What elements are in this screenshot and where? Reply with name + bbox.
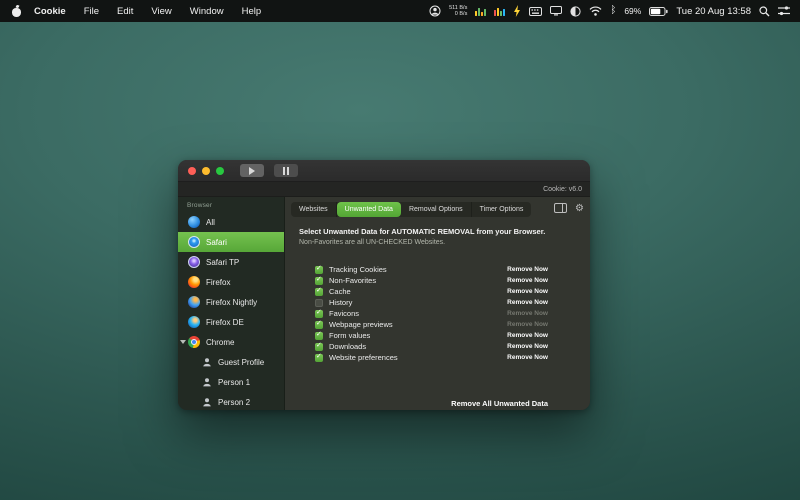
pause-button[interactable] xyxy=(274,164,298,177)
list-item-cache: Cache Remove Now xyxy=(315,286,548,297)
wifi-icon[interactable] xyxy=(589,6,602,16)
list-item-downloads: Downloads Remove Now xyxy=(315,341,548,352)
sidebar-item-person-2[interactable]: Person 2 xyxy=(178,392,284,410)
unwanted-data-list: Tracking Cookies Remove Now Non-Favorite… xyxy=(315,264,548,363)
network-speed-indicator[interactable]: 511 B/s 0 B/s xyxy=(449,5,467,18)
minimize-window-button[interactable] xyxy=(202,167,210,175)
sidebar-item-firefox-nightly[interactable]: Firefox Nightly xyxy=(178,292,284,312)
net-down: 0 B/s xyxy=(449,11,467,18)
list-item-form-values: Form values Remove Now xyxy=(315,330,548,341)
list-item-favicons: Favicons Remove Now xyxy=(315,308,548,319)
list-item-webpage-previews: Webpage previews Remove Now xyxy=(315,319,548,330)
remove-now-button[interactable]: Remove Now xyxy=(507,299,548,306)
unwanted-data-panel: Select Unwanted Data for AUTOMATIC REMOV… xyxy=(285,221,590,410)
chrome-icon xyxy=(188,336,200,348)
memory-meter-icon[interactable] xyxy=(494,6,505,16)
remove-now-button[interactable]: Remove Now xyxy=(507,288,548,295)
play-icon xyxy=(249,167,255,175)
browser-sidebar: Browser All Safari Safari TP Firefox Fir… xyxy=(178,197,285,410)
display-icon[interactable] xyxy=(550,6,562,16)
chevron-down-icon[interactable] xyxy=(180,340,186,344)
cookie-app-window: Cookie: v6.0 Browser All Safari Safari T… xyxy=(178,160,590,410)
list-item-tracking-cookies: Tracking Cookies Remove Now xyxy=(315,264,548,275)
tab-websites[interactable]: Websites xyxy=(291,202,337,217)
gear-icon[interactable]: ⚙ xyxy=(575,204,584,214)
menu-help[interactable]: Help xyxy=(233,6,271,17)
battery-percentage: 69% xyxy=(624,6,641,16)
checkbox-tracking-cookies[interactable] xyxy=(315,266,323,274)
safari-icon xyxy=(188,236,200,248)
globe-icon xyxy=(188,216,200,228)
menu-view[interactable]: View xyxy=(142,6,180,17)
sidebar-item-guest-profile[interactable]: Guest Profile xyxy=(178,352,284,372)
layout-columns-icon[interactable] xyxy=(554,200,567,218)
remove-now-button-disabled: Remove Now xyxy=(507,321,548,328)
tab-timer-options[interactable]: Timer Options xyxy=(472,202,532,217)
menu-file[interactable]: File xyxy=(75,6,108,17)
keyboard-icon[interactable] xyxy=(529,7,542,16)
panel-heading: Select Unwanted Data for AUTOMATIC REMOV… xyxy=(299,227,548,236)
remove-now-button[interactable]: Remove Now xyxy=(507,343,548,350)
list-item-history: History Remove Now xyxy=(315,297,548,308)
person-icon xyxy=(202,357,212,367)
battery-bolt-icon[interactable] xyxy=(513,5,521,17)
sidebar-item-safari[interactable]: Safari xyxy=(178,232,284,252)
list-item-website-preferences: Website preferences Remove Now xyxy=(315,352,548,363)
remove-now-button[interactable]: Remove Now xyxy=(507,354,548,361)
pause-icon xyxy=(283,167,289,175)
bluetooth-icon[interactable]: ᛒ xyxy=(610,6,616,16)
tab-unwanted-data[interactable]: Unwanted Data xyxy=(337,202,401,217)
safari-tp-icon xyxy=(188,256,200,268)
remove-now-button[interactable]: Remove Now xyxy=(507,332,548,339)
sidebar-section-header: Browser xyxy=(178,199,284,212)
firefox-icon xyxy=(188,276,200,288)
app-menu-title[interactable]: Cookie xyxy=(25,6,75,17)
version-bar: Cookie: v6.0 xyxy=(178,182,590,197)
checkbox-cache[interactable] xyxy=(315,288,323,296)
sidebar-item-person-1[interactable]: Person 1 xyxy=(178,372,284,392)
checkbox-downloads[interactable] xyxy=(315,343,323,351)
sidebar-item-safari-tp[interactable]: Safari TP xyxy=(178,252,284,272)
sidebar-item-chrome[interactable]: Chrome xyxy=(178,332,284,352)
person-icon xyxy=(202,377,212,387)
remove-all-unwanted-data-button[interactable]: Remove All Unwanted Data xyxy=(451,399,548,408)
menu-bar: Cookie File Edit View Window Help 511 B/… xyxy=(0,0,800,22)
checkbox-history[interactable] xyxy=(315,299,323,307)
battery-icon[interactable] xyxy=(649,7,668,16)
sidebar-item-firefox-de[interactable]: Firefox DE xyxy=(178,312,284,332)
spotlight-search-icon[interactable] xyxy=(759,6,770,17)
main-content: Websites Unwanted Data Removal Options T… xyxy=(285,197,590,410)
person-icon xyxy=(202,397,212,407)
sidebar-item-firefox[interactable]: Firefox xyxy=(178,272,284,292)
window-titlebar[interactable] xyxy=(178,160,590,182)
menu-bar-clock[interactable]: Tue 20 Aug 13:58 xyxy=(676,6,751,17)
firefox-de-icon xyxy=(188,316,200,328)
user-account-icon[interactable] xyxy=(429,5,441,17)
menu-window[interactable]: Window xyxy=(181,6,233,17)
cpu-meter-icon[interactable] xyxy=(475,6,486,16)
sidebar-item-all[interactable]: All xyxy=(178,212,284,232)
checkbox-non-favorites[interactable] xyxy=(315,277,323,285)
apple-menu-icon[interactable] xyxy=(12,6,21,17)
tab-bar: Websites Unwanted Data Removal Options T… xyxy=(285,197,590,221)
play-button[interactable] xyxy=(240,164,264,177)
remove-now-button-disabled: Remove Now xyxy=(507,310,548,317)
tab-segment: Websites Unwanted Data Removal Options T… xyxy=(291,202,531,217)
do-not-disturb-icon[interactable] xyxy=(570,6,581,17)
checkbox-webpage-previews[interactable] xyxy=(315,321,323,329)
checkbox-favicons[interactable] xyxy=(315,310,323,318)
firefox-nightly-icon xyxy=(188,296,200,308)
app-version-label: Cookie: v6.0 xyxy=(543,186,582,193)
checkbox-form-values[interactable] xyxy=(315,332,323,340)
control-center-icon[interactable] xyxy=(778,6,790,16)
tab-removal-options[interactable]: Removal Options xyxy=(401,202,472,217)
checkbox-website-preferences[interactable] xyxy=(315,354,323,362)
menu-edit[interactable]: Edit xyxy=(108,6,142,17)
zoom-window-button[interactable] xyxy=(216,167,224,175)
remove-now-button[interactable]: Remove Now xyxy=(507,277,548,284)
list-item-non-favorites: Non-Favorites Remove Now xyxy=(315,275,548,286)
remove-now-button[interactable]: Remove Now xyxy=(507,266,548,273)
panel-subheading: Non-Favorites are all UN-CHECKED Website… xyxy=(299,239,548,246)
close-window-button[interactable] xyxy=(188,167,196,175)
